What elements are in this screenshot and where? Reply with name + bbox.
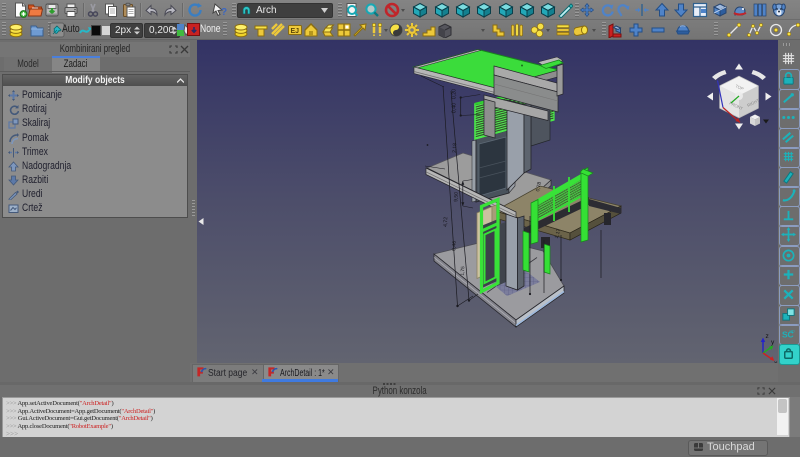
- svg-text:EJ: EJ: [290, 28, 299, 35]
- svg-text:4,72: 4,72: [443, 217, 450, 228]
- svg-text:0,46: 0,46: [451, 241, 458, 251]
- svg-text:x: x: [774, 360, 778, 363]
- svg-text:1,75: 1,75: [460, 266, 466, 276]
- svg-text:9,50: 9,50: [453, 192, 460, 202]
- svg-text:?: ?: [221, 7, 227, 18]
- svg-text:up: up: [789, 328, 795, 333]
- svg-text:z: z: [766, 333, 769, 340]
- svg-text:0,40: 0,40: [452, 103, 458, 113]
- svg-text:2,18: 2,18: [452, 143, 459, 153]
- svg-text:0,20: 0,20: [452, 89, 458, 99]
- svg-text:y: y: [771, 339, 775, 346]
